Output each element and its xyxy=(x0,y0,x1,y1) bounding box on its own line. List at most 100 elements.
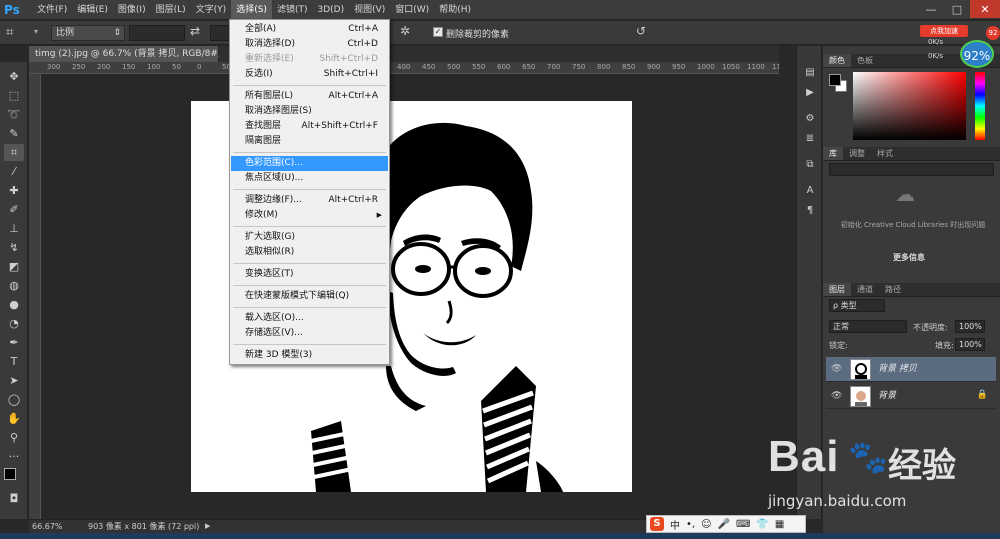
blur-tool-icon[interactable]: ● xyxy=(4,296,24,313)
hue-slider[interactable] xyxy=(975,72,985,140)
properties-panel-icon[interactable]: ⚙ xyxy=(801,110,819,126)
close-button[interactable]: ✕ xyxy=(970,0,1000,18)
menu-3d[interactable]: 3D(D) xyxy=(312,0,349,20)
eraser-tool-icon[interactable]: ◩ xyxy=(4,258,24,275)
gradient-tool-icon[interactable]: ◍ xyxy=(4,277,24,294)
select-menu-item[interactable]: 隔离图层 xyxy=(231,134,388,149)
emoji-icon[interactable]: ☺ xyxy=(701,519,711,530)
quick-mask-icon[interactable]: ◘ xyxy=(4,490,24,507)
menu-window[interactable]: 窗口(W) xyxy=(390,0,434,20)
eye-icon[interactable]: 👁 xyxy=(831,364,842,374)
chevron-down-icon[interactable]: ▾ xyxy=(34,27,38,36)
select-menu-item[interactable]: 全部(A) Ctrl+A xyxy=(231,22,388,37)
minimize-button[interactable]: — xyxy=(918,0,944,18)
tab-styles[interactable]: 样式 xyxy=(871,147,899,160)
color-picker-field[interactable] xyxy=(853,72,966,140)
menu-filter[interactable]: 滤镜(T) xyxy=(272,0,313,20)
layer-kind-filter[interactable]: ρ 类型 xyxy=(829,299,885,312)
eye-icon[interactable]: 👁 xyxy=(831,391,842,401)
select-menu-item[interactable]: 查找图层 Alt+Shift+Ctrl+F xyxy=(231,119,388,134)
reset-icon[interactable]: ↺ xyxy=(636,24,646,38)
swap-icon[interactable]: ⇄ xyxy=(190,24,200,38)
select-menu-item[interactable]: 变换选区(T) xyxy=(231,267,388,282)
fg-color-swatch[interactable] xyxy=(829,74,841,86)
select-menu-item[interactable]: 焦点区域(U)... xyxy=(231,171,388,186)
select-menu-item[interactable]: 所有图层(L) Alt+Ctrl+A xyxy=(231,89,388,104)
menu-type[interactable]: 文字(Y) xyxy=(191,0,232,20)
crop-ratio-select[interactable]: 比例 ⇕ xyxy=(51,25,125,41)
status-arrow-icon[interactable]: ▶ xyxy=(205,520,210,533)
tab-libraries[interactable]: 库 xyxy=(823,147,843,160)
punctuation-icon[interactable]: •, xyxy=(686,519,695,530)
skin-icon[interactable]: 👕 xyxy=(756,519,768,530)
foreground-color-swatch[interactable] xyxy=(4,468,16,480)
ime-language[interactable]: 中 xyxy=(670,517,680,532)
menu-layer[interactable]: 图层(L) xyxy=(151,0,191,20)
tab-color[interactable]: 颜色 xyxy=(823,54,851,67)
select-menu-item[interactable]: 取消选择图层(S) xyxy=(231,104,388,119)
clone-source-icon[interactable]: ⧉ xyxy=(801,156,819,172)
marquee-tool-icon[interactable]: ⬚ xyxy=(4,87,24,104)
select-menu-item[interactable]: 修改(M) ▶ xyxy=(231,208,388,223)
history-panel-icon[interactable]: ▤ xyxy=(801,64,819,80)
toolbox-icon[interactable]: ▦ xyxy=(775,519,784,530)
dodge-tool-icon[interactable]: ◔ xyxy=(4,315,24,332)
crop-width-input[interactable] xyxy=(129,25,185,41)
zoom-level[interactable]: 66.67% xyxy=(32,520,63,533)
delete-cropped-checkbox[interactable]: ✓ xyxy=(433,27,443,37)
lasso-tool-icon[interactable]: ➰ xyxy=(4,106,24,123)
quick-select-tool-icon[interactable]: ✎ xyxy=(4,125,24,142)
menu-select[interactable]: 选择(S) xyxy=(231,0,272,20)
menu-image[interactable]: 图像(I) xyxy=(113,0,151,20)
blend-mode-select[interactable]: 正常 xyxy=(829,320,907,333)
actions-panel-icon[interactable]: ▶ xyxy=(801,84,819,100)
tab-layers[interactable]: 图层 xyxy=(823,283,851,296)
select-menu-item[interactable]: 存储选区(V)... xyxy=(231,326,388,341)
layer-row-background[interactable]: 👁 背景 🔒 xyxy=(826,384,996,409)
document-tab[interactable]: timg (2).jpg @ 66.7% (背景 拷贝, RGB/8#) * xyxy=(29,46,229,62)
character-panel-icon[interactable]: A xyxy=(801,182,819,198)
crop-tool-icon[interactable]: ⌗ xyxy=(4,144,24,161)
layer-row-background-copy[interactable]: 👁 背景 拷贝 xyxy=(826,357,996,382)
select-menu-item[interactable]: 在快速蒙版模式下编辑(Q) xyxy=(231,289,388,304)
speed-badge[interactable]: 点我加速 xyxy=(920,25,968,37)
speed-widget[interactable]: 点我加速 92 0K/s 0K/s 92% xyxy=(916,22,1000,70)
opacity-input[interactable]: 100% xyxy=(955,320,985,333)
pen-tool-icon[interactable]: ✒ xyxy=(4,334,24,351)
ime-toolbar[interactable]: S 中 •, ☺ 🎤 ⌨ 👕 ▦ xyxy=(646,515,806,533)
zoom-tool-icon[interactable]: ⚲ xyxy=(4,429,24,446)
stamp-tool-icon[interactable]: ⊥ xyxy=(4,220,24,237)
ellipse-tool-icon[interactable]: ◯ xyxy=(4,391,24,408)
type-tool-icon[interactable]: T xyxy=(4,353,24,370)
healing-tool-icon[interactable]: ✚ xyxy=(4,182,24,199)
brush-tool-icon[interactable]: ✐ xyxy=(4,201,24,218)
select-menu-item[interactable]: 调整边缘(F)... Alt+Ctrl+R xyxy=(231,193,388,208)
library-more-info-link[interactable]: 更多信息 xyxy=(893,252,925,263)
history-brush-icon[interactable]: ↯ xyxy=(4,239,24,256)
eyedropper-tool-icon[interactable]: ⁄ xyxy=(4,163,24,180)
select-menu-item[interactable]: 色彩范围(C)... xyxy=(231,156,388,171)
paragraph-panel-icon[interactable]: ¶ xyxy=(801,202,819,218)
select-menu-item[interactable]: 选取相似(R) xyxy=(231,245,388,260)
select-menu-item[interactable]: 新建 3D 模型(3) xyxy=(231,348,388,363)
menu-edit[interactable]: 编辑(E) xyxy=(72,0,113,20)
tab-adjustments[interactable]: 调整 xyxy=(843,147,871,160)
brush-panel-icon[interactable]: ≣ xyxy=(801,130,819,146)
menu-view[interactable]: 视图(V) xyxy=(349,0,390,20)
sogou-ime-icon[interactable]: S xyxy=(650,517,664,531)
microphone-icon[interactable]: 🎤 xyxy=(718,519,730,530)
library-select[interactable] xyxy=(829,163,994,176)
keyboard-icon[interactable]: ⌨ xyxy=(736,519,750,530)
menu-help[interactable]: 帮助(H) xyxy=(434,0,476,20)
tab-channels[interactable]: 通道 xyxy=(851,283,879,296)
select-menu-item[interactable]: 扩大选取(G) xyxy=(231,230,388,245)
hand-tool-icon[interactable]: ✋ xyxy=(4,410,24,427)
select-menu-item[interactable]: 取消选择(D) Ctrl+D xyxy=(231,37,388,52)
crop-height-input[interactable] xyxy=(210,25,230,41)
maximize-button[interactable]: □ xyxy=(944,0,970,18)
gear-icon[interactable]: ✲ xyxy=(400,24,410,38)
fill-input[interactable]: 100% xyxy=(955,338,985,351)
select-menu-item[interactable]: 反选(I) Shift+Ctrl+I xyxy=(231,67,388,82)
crop-tool-icon[interactable]: ⌗ xyxy=(6,25,13,40)
select-menu-item[interactable]: 载入选区(O)... xyxy=(231,311,388,326)
